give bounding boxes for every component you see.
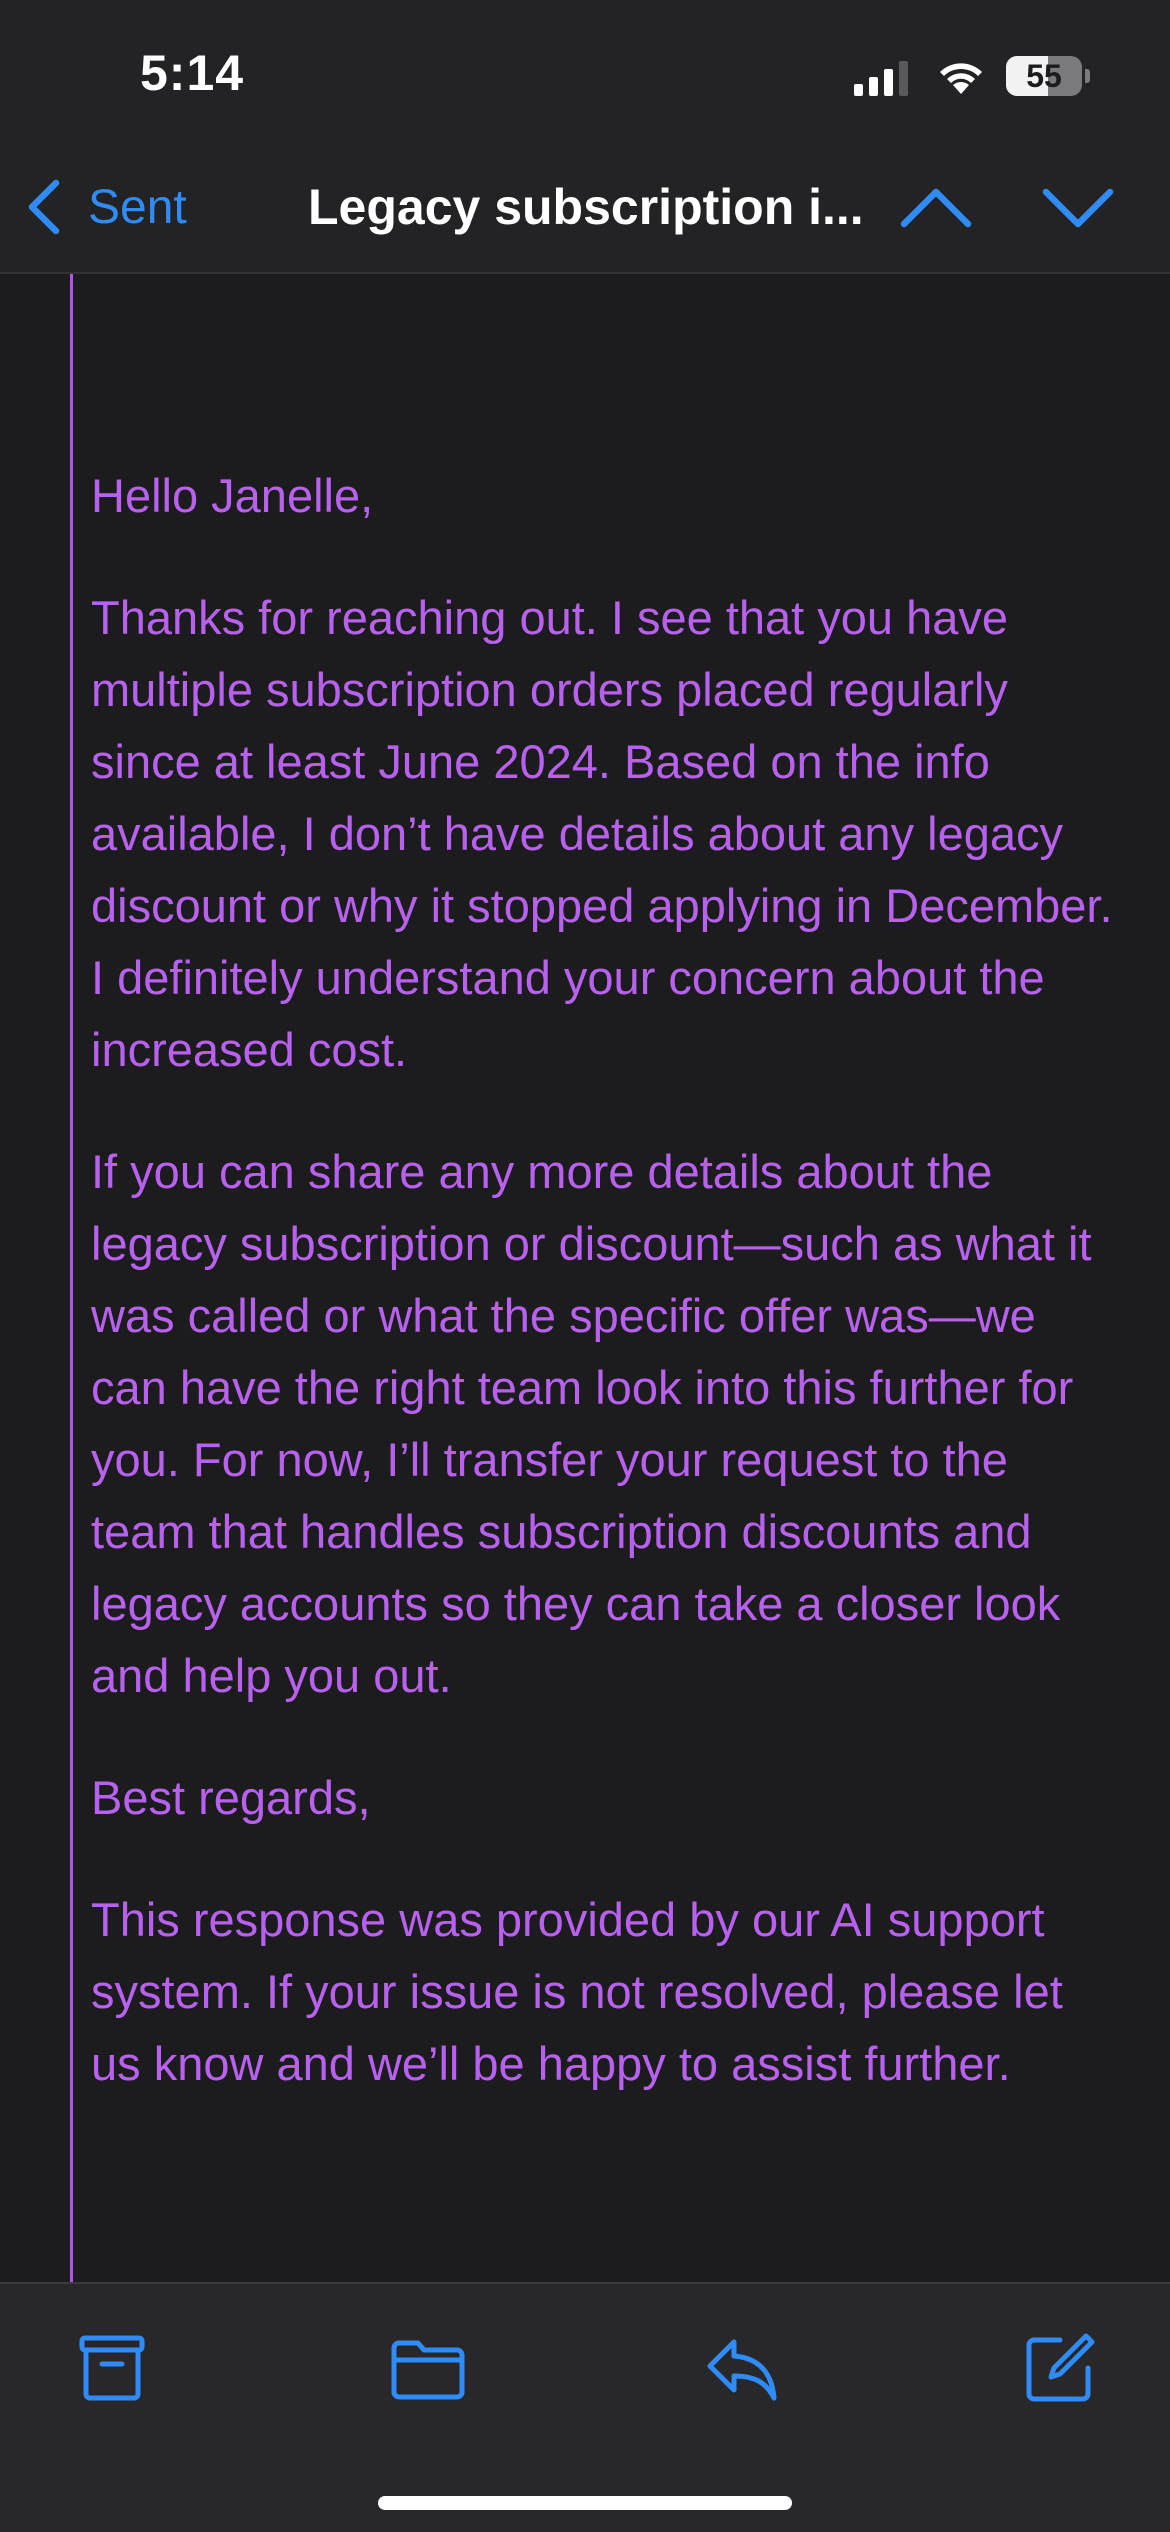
home-indicator[interactable] — [378, 2496, 792, 2510]
quoted-message-text: Hello Janelle, Thanks for reaching out. … — [91, 460, 1121, 2150]
status-time: 5:14 — [140, 45, 245, 101]
mail-message-screen: 5:14 55 Sent Legacy subscription i... He… — [0, 0, 1170, 2532]
compose-icon[interactable] — [1020, 2328, 1100, 2408]
message-subject-title: Legacy subscription i... — [308, 179, 864, 235]
quote-bar — [70, 274, 73, 2282]
body-paragraph-2: If you can share any more details about … — [91, 1145, 1092, 1702]
previous-message-button[interactable] — [898, 176, 974, 240]
signoff-paragraph: Best regards, — [91, 1771, 371, 1824]
battery-tip — [1085, 69, 1090, 83]
greeting-paragraph: Hello Janelle, — [91, 469, 374, 522]
bottom-toolbar — [0, 2282, 1170, 2532]
back-button[interactable]: Sent — [22, 172, 187, 242]
chevron-left-icon — [28, 179, 60, 235]
disclaimer-paragraph: This response was provided by our AI sup… — [91, 1893, 1063, 2090]
status-bar: 5:14 55 — [0, 0, 1170, 150]
navigation-bar: Sent Legacy subscription i... — [0, 150, 1170, 274]
back-button-label: Sent — [88, 180, 187, 234]
folder-icon[interactable] — [388, 2328, 468, 2408]
body-paragraph-1: Thanks for reaching out. I see that you … — [91, 591, 1113, 1076]
reply-icon[interactable] — [702, 2328, 782, 2408]
archive-icon[interactable] — [72, 2328, 152, 2408]
battery-icon: 55 — [1006, 56, 1090, 96]
next-message-button[interactable] — [1040, 176, 1116, 240]
message-body[interactable]: Hello Janelle, Thanks for reaching out. … — [0, 274, 1170, 2282]
cellular-signal-icon — [854, 61, 908, 96]
battery-level: 55 — [1026, 58, 1062, 94]
battery-body: 55 — [1006, 56, 1082, 96]
wifi-icon — [940, 63, 982, 94]
